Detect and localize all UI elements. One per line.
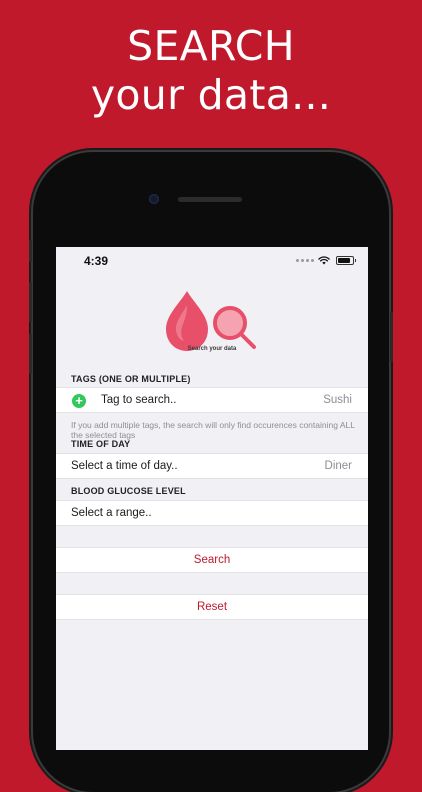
phone-power-button [390,312,393,362]
battery-icon [336,256,356,265]
blood-glucose-header: BLOOD GLUCOSE LEVEL [71,486,186,496]
promo-line-1: SEARCH [127,22,295,70]
tag-search-value: Sushi [323,394,352,406]
time-of-day-label: Select a time of day.. [71,460,178,472]
earpiece-speaker [178,197,242,202]
phone-volume-down [29,334,32,374]
glucose-range-row[interactable]: Select a range.. [56,500,368,526]
tag-search-label: Tag to search.. [101,394,177,406]
status-time: 4:39 [84,254,109,268]
front-camera [149,194,159,204]
add-tag-button[interactable]: + [72,394,86,408]
cellular-signal-icon [296,259,314,262]
promo-headline: SEARCH your data... [0,22,422,120]
phone-volume-up [29,282,32,322]
logo-caption: Search your data [187,346,237,352]
tag-search-row[interactable]: + Tag to search.. Sushi [56,387,368,413]
plus-icon: + [75,393,83,408]
phone-mute-switch [29,240,32,262]
time-of-day-row[interactable]: Select a time of day.. Diner [56,453,368,479]
status-icons [296,256,356,265]
time-of-day-value: Diner [324,460,352,472]
status-bar: 4:39 [56,247,368,275]
tags-footnote: If you add multiple tags, the search wil… [71,420,355,440]
app-screen: 4:39 Search your data TAGS (ONE OR MULTI… [56,247,368,750]
wifi-icon [318,256,330,265]
tags-section-header: TAGS (ONE OR MULTIPLE) [71,374,191,384]
glucose-range-label: Select a range.. [71,507,152,519]
promo-line-2: your data... [90,71,332,119]
reset-button[interactable]: Reset [56,594,368,620]
search-button[interactable]: Search [56,547,368,573]
time-of-day-header: TIME OF DAY [71,439,131,449]
